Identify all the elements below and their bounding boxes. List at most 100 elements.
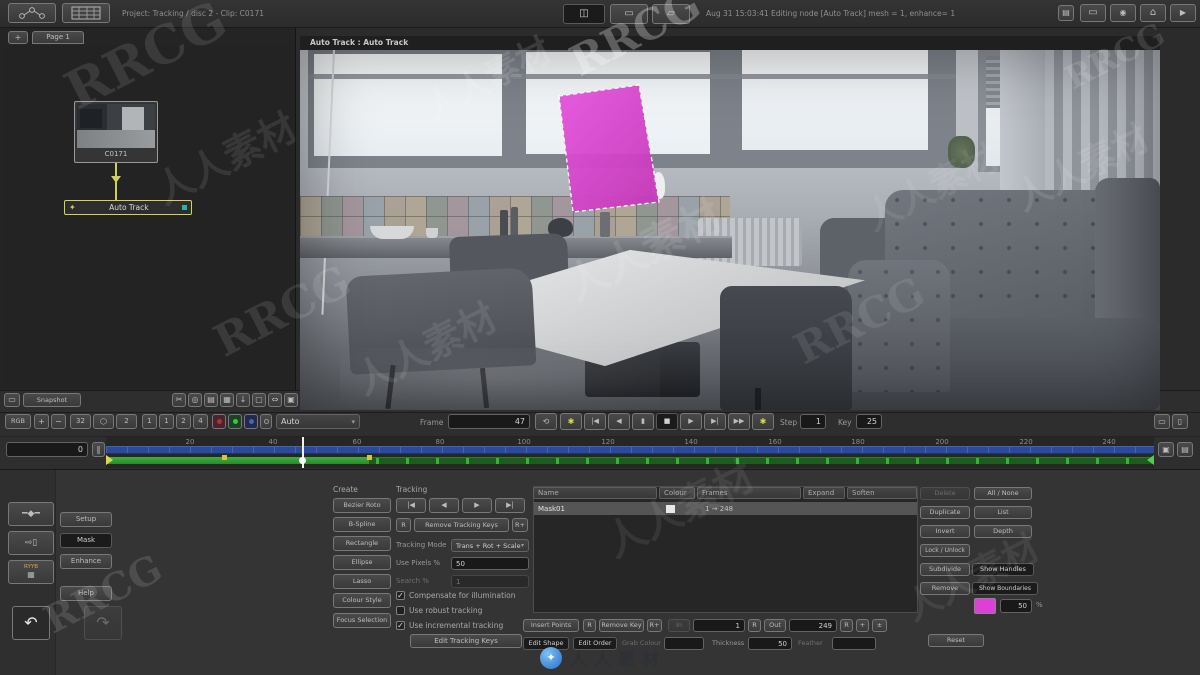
prev-keyframe-button[interactable]: ✱	[560, 413, 582, 430]
column-header-soften[interactable]: Soften	[847, 487, 917, 499]
display-button[interactable]: ▭	[1080, 4, 1106, 22]
in-input[interactable]: 1	[693, 619, 745, 632]
key-r3-button[interactable]: R	[748, 619, 761, 632]
viewer-canvas[interactable]	[300, 50, 1160, 410]
insert-points-button[interactable]: Insert Points	[523, 619, 579, 632]
alpha-channel-button[interactable]	[260, 414, 272, 429]
step-input[interactable]: 1	[800, 414, 826, 429]
duplicate-mask-button[interactable]: Duplicate	[920, 506, 970, 519]
create-rectangle-button[interactable]: Rectangle	[333, 536, 391, 551]
zoom-out-button[interactable]: −	[51, 414, 66, 429]
in-button[interactable]: In	[668, 619, 690, 632]
cut-node-button[interactable]: ✂	[172, 393, 186, 407]
mask-colour-swatch[interactable]	[666, 504, 675, 513]
timeline-ruler[interactable]: 20 40 60 80 100 120 140 160 180 200 220 …	[106, 437, 1154, 468]
key-input[interactable]: 25	[856, 414, 882, 429]
import-node-button[interactable]: ↓	[236, 393, 250, 407]
playhead-dot[interactable]	[299, 457, 306, 464]
target-node-button[interactable]: ◎	[188, 393, 202, 407]
invert-mask-button[interactable]: Invert	[920, 525, 970, 538]
column-header-expand[interactable]: Expand	[803, 487, 845, 499]
tab-setup[interactable]: Setup	[60, 512, 112, 527]
tracking-mode-select[interactable]: Trans + Rot + Scale ▾	[451, 539, 529, 552]
rows-button[interactable]: ▤	[204, 393, 218, 407]
help-button[interactable]: Help	[60, 586, 112, 601]
tab-mask[interactable]: Mask	[60, 533, 112, 548]
column-header-name[interactable]: Name	[533, 487, 657, 499]
media-button[interactable]: ▭	[610, 4, 648, 24]
view-single-button[interactable]: ▯	[1172, 414, 1188, 429]
solid-button[interactable]: ▣	[284, 393, 298, 407]
green-channel-button[interactable]	[228, 414, 242, 429]
out-input[interactable]: 249	[789, 619, 837, 632]
stop-button[interactable]: ■	[656, 413, 678, 430]
key-r1-button[interactable]: R	[583, 619, 596, 632]
roto-mask-overlay[interactable]	[545, 76, 669, 218]
create-bezier-button[interactable]: Bezier Roto	[333, 498, 391, 513]
timeline-mode-button[interactable]: ▣	[1158, 442, 1174, 457]
export-tool-button[interactable]: ⇨▯	[8, 531, 54, 555]
select-all-none-button[interactable]: All / None	[974, 487, 1032, 500]
subdivide-button[interactable]: Subdivide	[920, 563, 970, 576]
ratio-2-button[interactable]: 2	[176, 414, 191, 429]
tracker-tool-button[interactable]: ━◆━	[8, 502, 54, 526]
delete-mask-button[interactable]: Delete	[920, 487, 970, 500]
thumbnail-toggle-button[interactable]: ▭	[4, 393, 20, 407]
compensate-illumination-checkbox[interactable]: ✓ Compensate for illumination	[396, 591, 516, 600]
proxy-button[interactable]: ⬡	[93, 414, 114, 429]
remove-key-button[interactable]: Remove Key	[599, 619, 644, 632]
track-backward-button[interactable]: ◀	[429, 498, 459, 513]
show-handles-button[interactable]: Show Handles	[972, 563, 1034, 576]
edit-tracking-keys-button[interactable]: Edit Tracking Keys	[410, 634, 522, 648]
playback-button[interactable]: ▶	[1170, 4, 1196, 22]
column-header-frames[interactable]: Frames	[697, 487, 801, 499]
feather-input[interactable]	[832, 637, 876, 650]
bit-depth-button[interactable]: 32	[70, 414, 91, 429]
use-pixels-input[interactable]: 50	[451, 557, 529, 570]
step-back-button[interactable]: ▮	[632, 413, 654, 430]
cache-button[interactable]: ◫	[563, 4, 605, 24]
mask-colour-picker[interactable]	[974, 598, 996, 614]
auto-track-node[interactable]: ✦ Auto Track	[64, 200, 192, 215]
create-colour-button[interactable]: Colour Style	[333, 593, 391, 608]
remove-key-back-button[interactable]: R	[396, 518, 411, 532]
grab-colour-input[interactable]	[664, 637, 704, 650]
half-res-button[interactable]: 2	[116, 414, 137, 429]
key-r2-button[interactable]: R+	[647, 619, 662, 632]
create-ellipse-button[interactable]: Ellipse	[333, 555, 391, 570]
node-canvas[interactable]	[4, 46, 292, 386]
frame-input[interactable]: 47	[448, 414, 530, 429]
track-forward-button[interactable]: ▶	[462, 498, 492, 513]
thickness-input[interactable]: 50	[748, 637, 792, 650]
notes-button[interactable]: ▱	[652, 4, 690, 24]
range-end-handle[interactable]	[1147, 455, 1154, 465]
show-boundaries-button[interactable]: Show Boundaries	[972, 582, 1038, 595]
search-input[interactable]: 1	[451, 575, 529, 588]
page-tab[interactable]: Page 1	[32, 31, 84, 44]
create-focus-button[interactable]: Focus Selection	[333, 613, 391, 628]
redo-button[interactable]: ↷	[84, 606, 122, 640]
key-pm-button[interactable]: ±	[872, 619, 887, 632]
add-page-button[interactable]: +	[8, 31, 28, 44]
range-start-handle[interactable]	[106, 455, 113, 465]
column-header-colour[interactable]: Colour	[659, 487, 695, 499]
log-button[interactable]: ▤	[1058, 5, 1074, 21]
timeline-start-input[interactable]: 0	[6, 442, 88, 457]
step-forward-button[interactable]: ▶|	[704, 413, 726, 430]
key-r4-button[interactable]: R	[840, 619, 853, 632]
channels-tool-button[interactable]: RYYB ▦	[8, 560, 54, 584]
ratio-1b-button[interactable]: 1	[159, 414, 174, 429]
next-keyframe-button[interactable]: ✱	[752, 413, 774, 430]
spreadsheet-view-button[interactable]	[62, 3, 110, 23]
incremental-tracking-checkbox[interactable]: ✓ Use incremental tracking	[396, 621, 503, 630]
node-graph-view-button[interactable]	[8, 3, 56, 23]
go-end-button[interactable]: ▶▶	[728, 413, 750, 430]
lock-unlock-button[interactable]: Lock / Unlock	[920, 544, 970, 557]
play-forward-button[interactable]: ▶	[680, 413, 702, 430]
track-to-start-button[interactable]: |◀	[396, 498, 426, 513]
go-start-button[interactable]: |◀	[584, 413, 606, 430]
timeline-lock-button[interactable]: ‖	[92, 442, 105, 457]
key-marker[interactable]	[367, 455, 372, 460]
timeline-rows-button[interactable]: ▤	[1177, 442, 1193, 457]
channel-button[interactable]: RGB	[5, 414, 31, 429]
